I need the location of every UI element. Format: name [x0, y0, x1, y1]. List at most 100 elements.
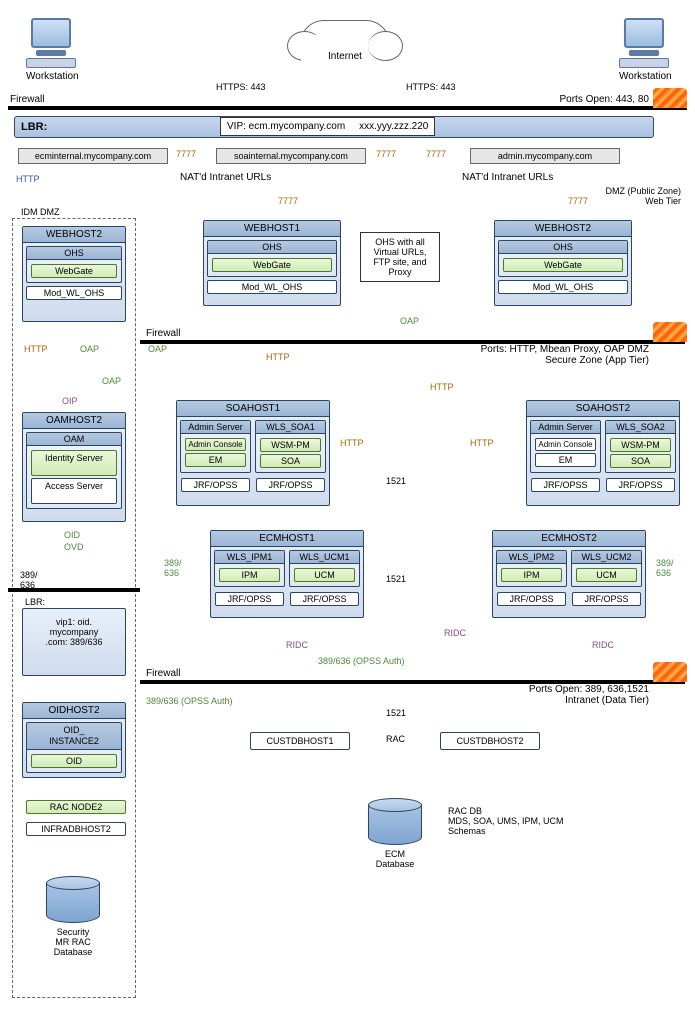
firewall3-label: Firewall — [146, 668, 180, 679]
soahost1-em: EM — [185, 453, 246, 467]
nat-port-2: 7777 — [376, 149, 396, 159]
http-app-4: HTTP — [470, 438, 494, 448]
idm-oap-label: OAP — [80, 344, 99, 354]
idm-mod-wl-ohs: Mod_WL_OHS — [26, 286, 122, 300]
http-app-2: HTTP — [430, 382, 454, 392]
firewall3-flame-icon — [653, 662, 687, 682]
ecmhost1-ipm: IPM — [219, 568, 280, 582]
soahost2-jrf2: JRF/OPSS — [606, 478, 675, 492]
https-right: HTTPS: 443 — [406, 82, 456, 92]
port-1521-data: 1521 — [386, 708, 406, 718]
soahost2-soa: SOA — [610, 454, 671, 468]
webhost2-webgate: WebGate — [503, 258, 623, 272]
soahost1-title: SOAHOST1 — [177, 401, 329, 417]
ecmhost1: ECMHOST1 WLS_IPM1 IPM WLS_UCM1 UCM JRF/O… — [210, 530, 364, 618]
soahost2-title: SOAHOST2 — [527, 401, 679, 417]
oidhost2: OIDHOST2 OID_ INSTANCE2 OID — [22, 702, 126, 778]
ecmhost1-title: ECMHOST1 — [211, 531, 363, 547]
idm-webhost2: WEBHOST2 OHS WebGate Mod_WL_OHS — [22, 226, 126, 322]
nat-port-5: 7777 — [568, 196, 588, 206]
ridc-2: RIDC — [444, 628, 466, 638]
idm-dmz-title: IDM DMZ — [19, 207, 62, 217]
rac-node2: RAC NODE2 — [26, 800, 126, 814]
soahost2-admin: Admin Server — [531, 421, 600, 434]
rac-label: RAC — [386, 734, 405, 744]
port-389-636-left: 389/ 636 — [164, 558, 182, 578]
firewall2-flame-icon — [653, 322, 687, 342]
webhost1: WEBHOST1 OHS WebGate Mod_WL_OHS — [203, 220, 341, 306]
soahost2: SOAHOST2 Admin Server Admin Console EM W… — [526, 400, 680, 506]
soahost1-wsm-pm: WSM-PM — [260, 438, 321, 452]
webhost1-ohs: OHS — [208, 241, 336, 254]
lbr-vip1-text: vip1: oid. mycompany .com: 389/636 — [23, 609, 125, 655]
webhost2: WEBHOST2 OHS WebGate Mod_WL_OHS — [494, 220, 632, 306]
oap-center-label: OAP — [400, 316, 419, 326]
network-diagram: Workstation Workstation Internet HTTPS: … — [8, 8, 687, 1010]
internet-cloud: Internet — [300, 20, 390, 68]
soahost2-wsm-pm: WSM-PM — [610, 438, 671, 452]
internet-label: Internet — [301, 35, 389, 79]
port-1521-soa: 1521 — [386, 476, 406, 486]
soahost1-soa: SOA — [260, 454, 321, 468]
soahost2-admin-console: Admin Console — [535, 438, 596, 451]
webhost2-mod: Mod_WL_OHS — [498, 280, 628, 294]
ecmhost1-ucm: UCM — [294, 568, 355, 582]
soahost1-wls-soa1: WLS_SOA1 — [256, 421, 325, 434]
oid-instance2-title: OID_ INSTANCE2 — [27, 723, 121, 750]
opss-auth-side: 389/636 (OPSS Auth) — [146, 696, 233, 706]
ecmhost2-wls-ucm2: WLS_UCM2 — [572, 551, 641, 564]
natd-label-left: NAT'd Intranet URLs — [180, 172, 271, 183]
ohs-desc: OHS with all Virtual URLs, FTP site, and… — [360, 232, 440, 282]
ovd-label: OVD — [64, 542, 84, 552]
ecmhost1-jrf1: JRF/OPSS — [215, 592, 284, 606]
custdbhost1: CUSTDBHOST1 — [250, 732, 350, 750]
nat-ecm: ecminternal.mycompany.com — [18, 148, 168, 164]
ecmhost1-jrf2: JRF/OPSS — [290, 592, 359, 606]
soahost1: SOAHOST1 Admin Server Admin Console EM W… — [176, 400, 330, 506]
firewall1-label: Firewall — [10, 94, 44, 105]
idm-ohs-title: OHS — [27, 247, 121, 260]
dmz-sublabel: DMZ (Public Zone) Web Tier — [605, 186, 681, 206]
webhost2-title: WEBHOST2 — [495, 221, 631, 237]
soahost1-jrf1: JRF/OPSS — [181, 478, 250, 492]
lbr-vip-host: VIP: ecm.mycompany.com — [227, 121, 345, 132]
http-idm-arrow-label: HTTP — [16, 174, 40, 184]
firewall2-ports: Ports: HTTP, Mbean Proxy, OAP DMZ Secure… — [481, 344, 649, 366]
ridc-3: RIDC — [592, 640, 614, 650]
ecmhost2-jrf1: JRF/OPSS — [497, 592, 566, 606]
identity-server: Identity Server — [31, 450, 117, 476]
webhost1-mod: Mod_WL_OHS — [207, 280, 337, 294]
oid-label: OID — [64, 530, 80, 540]
firewall1-ports: Ports Open: 443, 80 — [559, 94, 649, 105]
idm-port-label: 389/ 636 — [20, 570, 38, 590]
lbr-title: LBR: — [21, 121, 47, 133]
lbr-vip: VIP: ecm.mycompany.com xxx.yyy.zzz.220 — [220, 117, 435, 136]
ridc-1: RIDC — [286, 640, 308, 650]
idm-webgate: WebGate — [31, 264, 117, 278]
firewall2-label: Firewall — [146, 328, 180, 339]
custdbhost2: CUSTDBHOST2 — [440, 732, 540, 750]
soahost1-admin: Admin Server — [181, 421, 250, 434]
webhost1-webgate: WebGate — [212, 258, 332, 272]
nat-port-1: 7777 — [176, 149, 196, 159]
workstation-right: Workstation — [619, 18, 669, 82]
oap-left-arrow-label: OAP — [148, 344, 167, 354]
idm-http-label: HTTP — [24, 344, 48, 354]
nat-soa: soainternal.mycompany.com — [216, 148, 366, 164]
http-app-3: HTTP — [340, 438, 364, 448]
oamhost2-title: OAMHOST2 — [23, 413, 125, 429]
workstation-right-label: Workstation — [619, 71, 669, 82]
oidhost2-title: OIDHOST2 — [23, 703, 125, 719]
ecmhost2-ipm: IPM — [501, 568, 562, 582]
oid-mod: OID — [31, 754, 117, 768]
security-db-icon: Security MR RAC Database — [46, 876, 100, 957]
workstation-left-label: Workstation — [26, 71, 76, 82]
workstation-left: Workstation — [26, 18, 76, 82]
webhost1-title: WEBHOST1 — [204, 221, 340, 237]
soahost1-jrf2: JRF/OPSS — [256, 478, 325, 492]
oamhost2: OAMHOST2 OAM Identity Server Access Serv… — [22, 412, 126, 522]
nat-port-4: 7777 — [278, 196, 298, 206]
security-db-label: Security MR RAC Database — [46, 927, 100, 957]
ecmhost2-title: ECMHOST2 — [493, 531, 645, 547]
lbr2-label: LBR: — [25, 597, 45, 607]
